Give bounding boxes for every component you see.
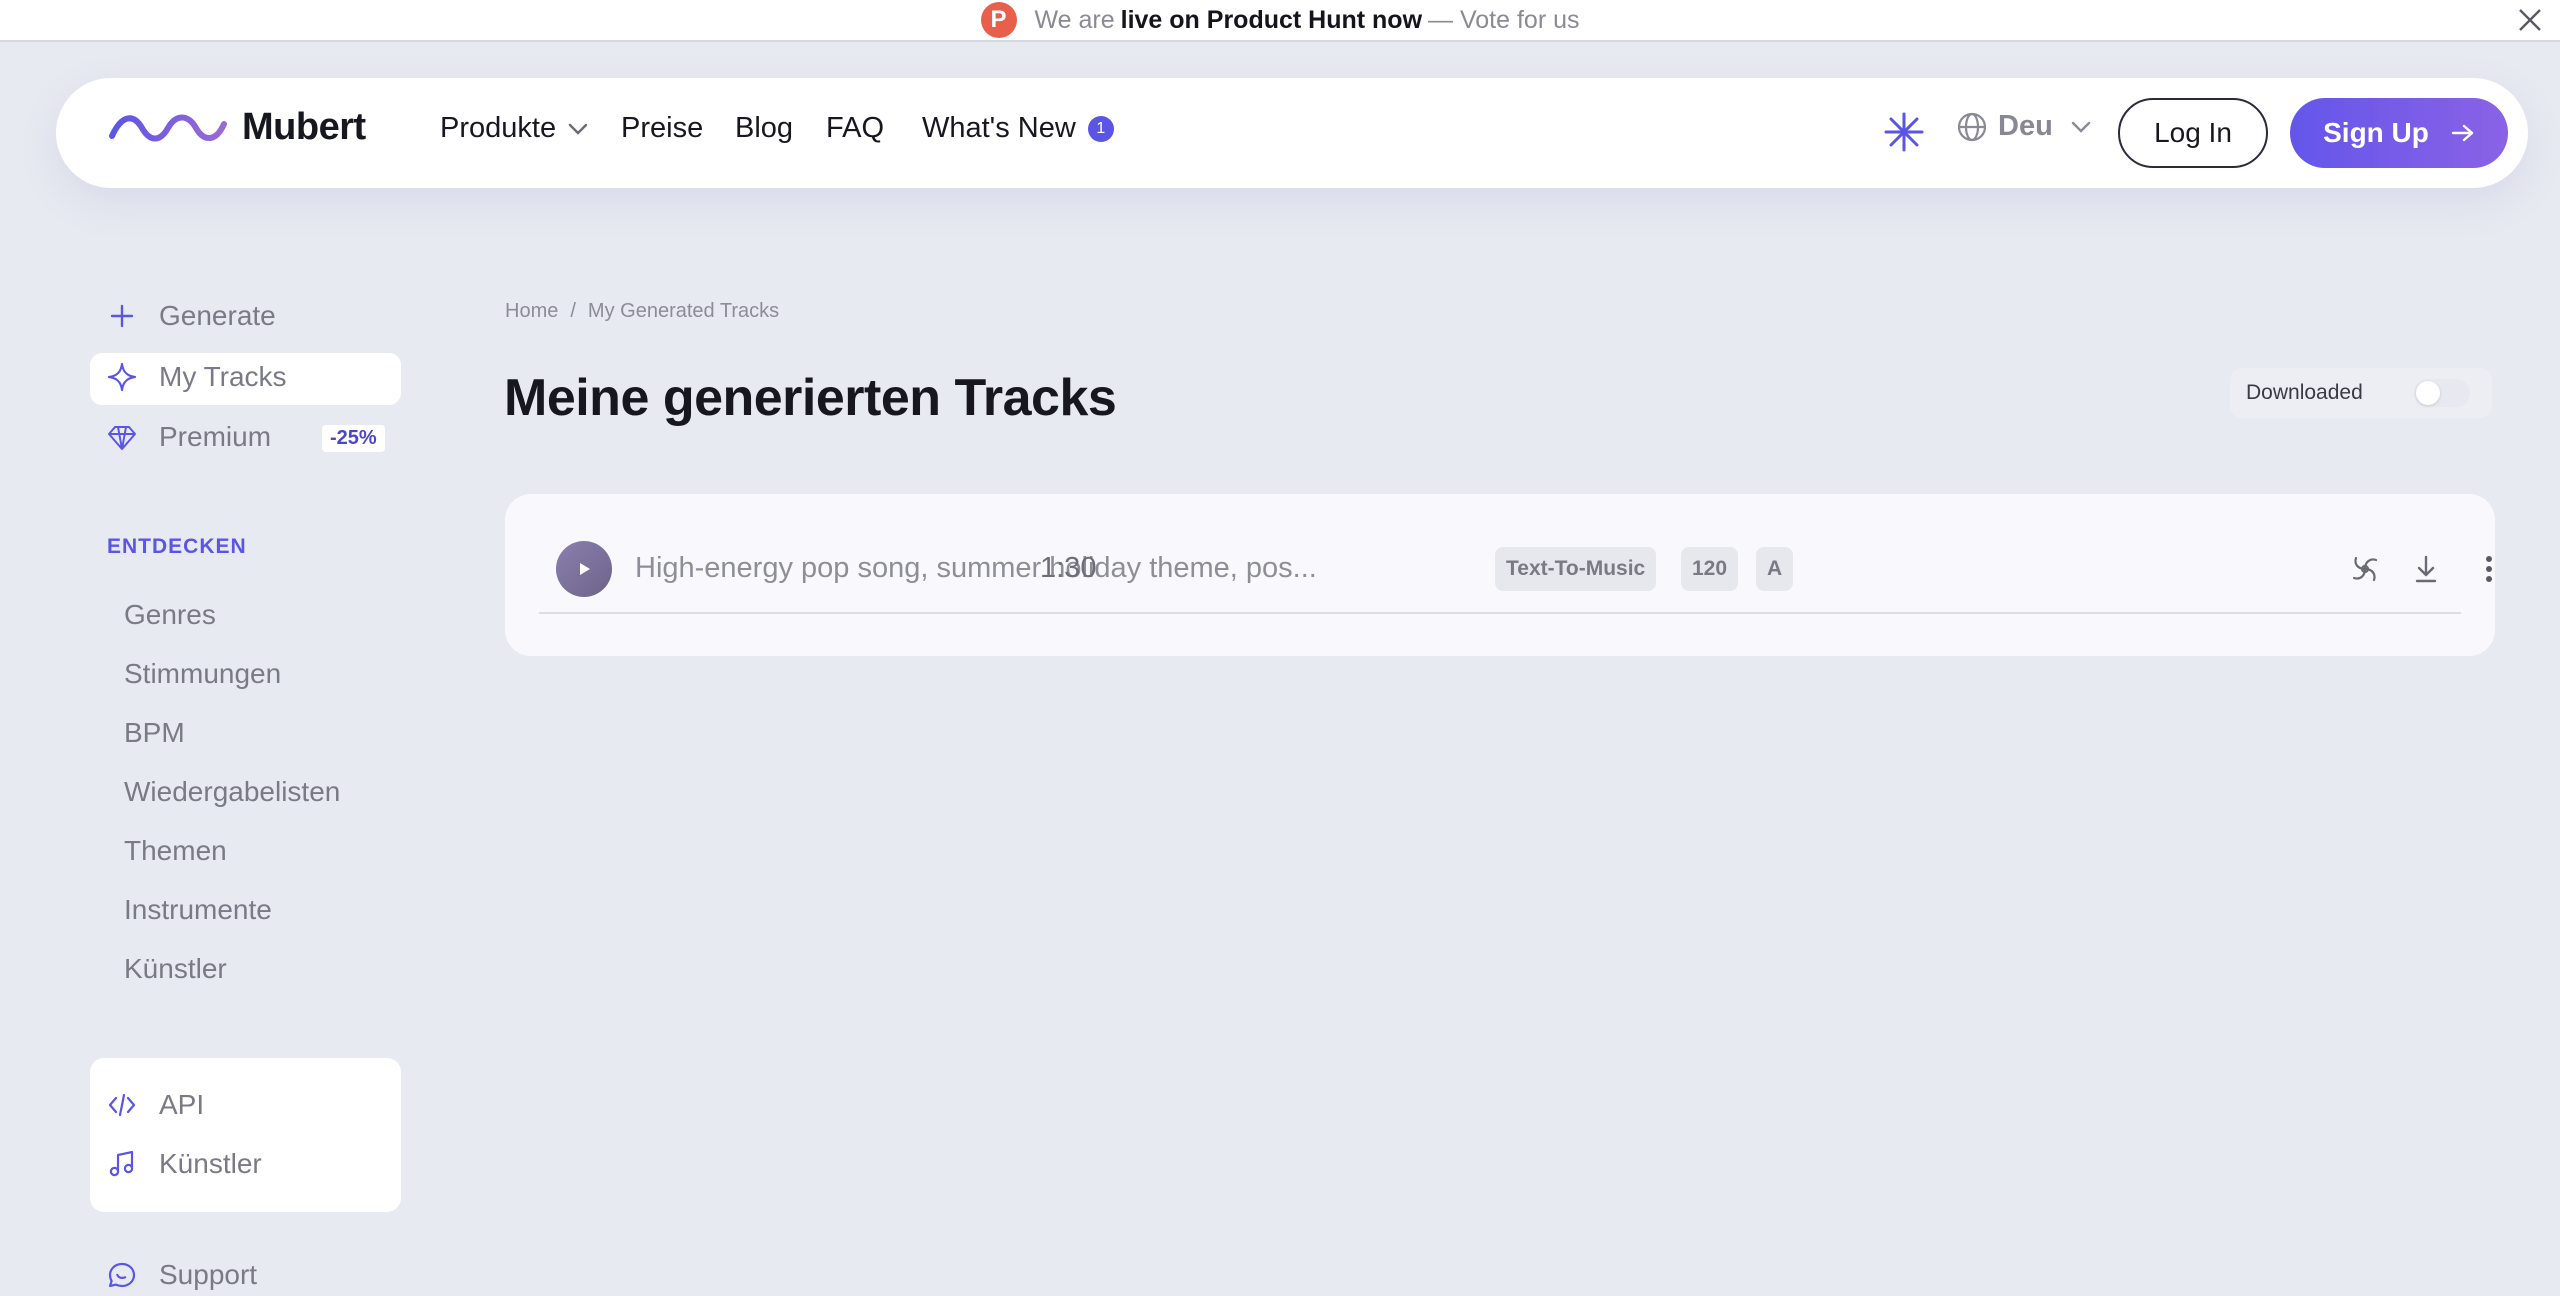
sidebar-item-label: My Tracks bbox=[159, 361, 287, 392]
downloaded-label: Downloaded bbox=[2246, 381, 2363, 404]
music-note-icon bbox=[109, 1150, 134, 1177]
sidebar-category-bpm[interactable]: BPM bbox=[124, 717, 185, 749]
login-button[interactable]: Log In bbox=[2118, 98, 2268, 168]
brand-logo[interactable]: Mubert bbox=[108, 106, 366, 149]
nav-produkte-label: Produkte bbox=[440, 112, 557, 144]
breadcrumb-home[interactable]: Home bbox=[505, 300, 558, 323]
sidebar-item-premium[interactable]: Premium bbox=[107, 421, 271, 453]
track-tag-bpm: 120 bbox=[1681, 547, 1739, 591]
sidebar-item-label: Support bbox=[159, 1259, 258, 1290]
track-tag-key: A bbox=[1756, 547, 1794, 591]
language-selector[interactable]: Deu bbox=[1956, 110, 2091, 143]
mubert-wave-icon bbox=[109, 114, 227, 141]
sidebar-category-wiedergabelisten[interactable]: Wiedergabelisten bbox=[124, 776, 340, 808]
toggle-knob bbox=[2416, 381, 2440, 405]
swirl-variation-icon[interactable] bbox=[2348, 552, 2382, 586]
announcement-prefix: We are bbox=[1034, 5, 1115, 34]
sidebar-item-label: Generate bbox=[159, 300, 276, 331]
product-hunt-logo: P bbox=[980, 2, 1017, 38]
sidebar-card bbox=[90, 1058, 401, 1212]
nav-whats-new-label: What's New bbox=[922, 112, 1076, 144]
breadcrumb-separator: / bbox=[570, 300, 576, 322]
brand-name: Mubert bbox=[242, 106, 366, 148]
arrow-right-icon bbox=[2451, 124, 2474, 142]
track-title[interactable]: High-energy pop song, summer holiday the… bbox=[635, 552, 1317, 585]
play-icon bbox=[580, 563, 590, 575]
sidebar-category-themen[interactable]: Themen bbox=[124, 835, 227, 867]
sidebar-category-kuenstler[interactable]: Künstler bbox=[124, 953, 227, 985]
page-title: Meine generierten Tracks bbox=[504, 369, 1117, 427]
announcement-bar[interactable]: P We are live on Product Hunt now — Vote… bbox=[0, 0, 2560, 42]
announcement-suffix[interactable]: — Vote for us bbox=[1428, 6, 1579, 35]
chevron-down-icon bbox=[568, 123, 588, 135]
sidebar-item-support[interactable]: Support bbox=[107, 1259, 257, 1291]
table-row[interactable]: High-energy pop song, summer holiday the… bbox=[539, 532, 2492, 614]
sidebar-category-genres[interactable]: Genres bbox=[124, 599, 216, 631]
sidebar-category-stimmungen[interactable]: Stimmungen bbox=[124, 658, 281, 690]
downloaded-toggle[interactable] bbox=[2414, 379, 2470, 407]
nav-preise[interactable]: Preise bbox=[621, 112, 703, 145]
track-list: High-energy pop song, summer holiday the… bbox=[505, 494, 2495, 656]
more-options-icon[interactable] bbox=[2472, 552, 2506, 586]
plus-icon bbox=[110, 304, 134, 328]
sidebar-item-generate[interactable]: Generate bbox=[107, 300, 276, 332]
breadcrumb-current: My Generated Tracks bbox=[587, 300, 780, 322]
downloaded-filter[interactable]: Downloaded bbox=[2230, 368, 2492, 418]
discount-badge: -25% bbox=[322, 425, 385, 452]
play-button[interactable] bbox=[556, 541, 612, 597]
chevron-down-icon bbox=[2071, 121, 2090, 133]
globe-icon bbox=[1957, 112, 1987, 141]
sparkle-icon bbox=[107, 362, 137, 392]
signup-label: Sign Up bbox=[2323, 117, 2429, 148]
diamond-icon bbox=[108, 426, 136, 450]
code-icon bbox=[108, 1093, 136, 1117]
announcement-strong[interactable]: live on Product Hunt now bbox=[1121, 6, 1422, 35]
track-duration: 1:30 bbox=[1040, 552, 1097, 584]
nav-whats-new[interactable]: What's New 1 bbox=[922, 112, 1114, 145]
sidebar-item-kuenstler[interactable]: Künstler bbox=[107, 1148, 262, 1180]
sidebar-item-my-tracks[interactable]: My Tracks bbox=[107, 361, 287, 393]
nav-produkte[interactable]: Produkte bbox=[440, 112, 588, 145]
main-navigation: Mubert Produkte Preise Blog FAQ What's N… bbox=[56, 78, 2528, 188]
sidebar-item-api[interactable]: API bbox=[107, 1089, 204, 1121]
asterisk-sparkle-icon[interactable] bbox=[1882, 110, 1926, 154]
track-tag-mode: Text-To-Music bbox=[1495, 547, 1657, 591]
whats-new-badge: 1 bbox=[1087, 115, 1114, 142]
sidebar-item-label: API bbox=[159, 1089, 205, 1120]
section-title-entdecken: ENTDECKEN bbox=[107, 535, 247, 558]
close-icon[interactable] bbox=[2514, 4, 2546, 36]
language-label: Deu bbox=[1998, 110, 2053, 142]
nav-blog[interactable]: Blog bbox=[735, 112, 793, 145]
breadcrumb: Home / My Generated Tracks bbox=[505, 300, 779, 323]
sidebar-item-label: Premium bbox=[159, 421, 272, 452]
download-icon[interactable] bbox=[2409, 552, 2443, 586]
nav-faq[interactable]: FAQ bbox=[826, 112, 884, 145]
sidebar-category-instrumente[interactable]: Instrumente bbox=[124, 894, 272, 926]
signup-button[interactable]: Sign Up bbox=[2290, 98, 2508, 168]
sidebar-item-label: Künstler bbox=[159, 1148, 262, 1179]
chat-bubble-icon bbox=[108, 1262, 136, 1288]
